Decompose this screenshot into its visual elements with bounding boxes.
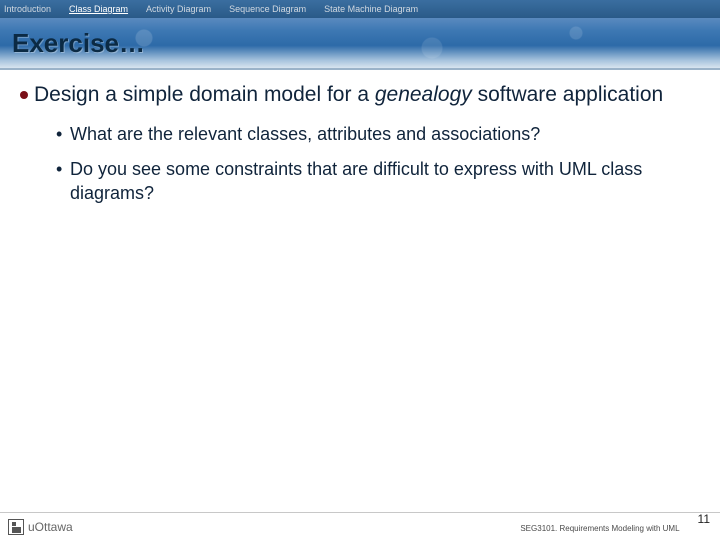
bullet-lead: Design a simple domain model for a [34, 83, 375, 106]
slide-title: Exercise… [0, 18, 720, 59]
slide-content: Design a simple domain model for a genea… [0, 70, 720, 205]
slide-footer: uOttawa SEG3101. Requirements Modeling w… [0, 512, 720, 540]
sub-bullet: What are the relevant classes, attribute… [56, 122, 700, 146]
course-label: SEG3101. Requirements Modeling with UML [520, 524, 679, 533]
nav-class-diagram[interactable]: Class Diagram [69, 4, 128, 14]
bullet-emph: genealogy [375, 83, 472, 106]
nav-sequence-diagram[interactable]: Sequence Diagram [229, 4, 306, 14]
bullet-tail: software application [472, 83, 663, 106]
sub-bullet: Do you see some constraints that are dif… [56, 157, 700, 206]
building-icon [8, 519, 24, 535]
main-bullet: Design a simple domain model for a genea… [20, 82, 700, 108]
sub-bullet-list: What are the relevant classes, attribute… [56, 122, 700, 205]
bullet-dot-icon [20, 91, 28, 99]
nav-introduction[interactable]: Introduction [4, 4, 51, 14]
footer-right: SEG3101. Requirements Modeling with UML … [520, 520, 710, 534]
page-number: 11 [698, 512, 710, 526]
university-logo: uOttawa [8, 519, 73, 535]
nav-state-machine-diagram[interactable]: State Machine Diagram [324, 4, 418, 14]
title-band: Exercise… [0, 18, 720, 68]
top-nav: Introduction Class Diagram Activity Diag… [0, 0, 720, 18]
logo-text: uOttawa [28, 520, 73, 534]
nav-activity-diagram[interactable]: Activity Diagram [146, 4, 211, 14]
